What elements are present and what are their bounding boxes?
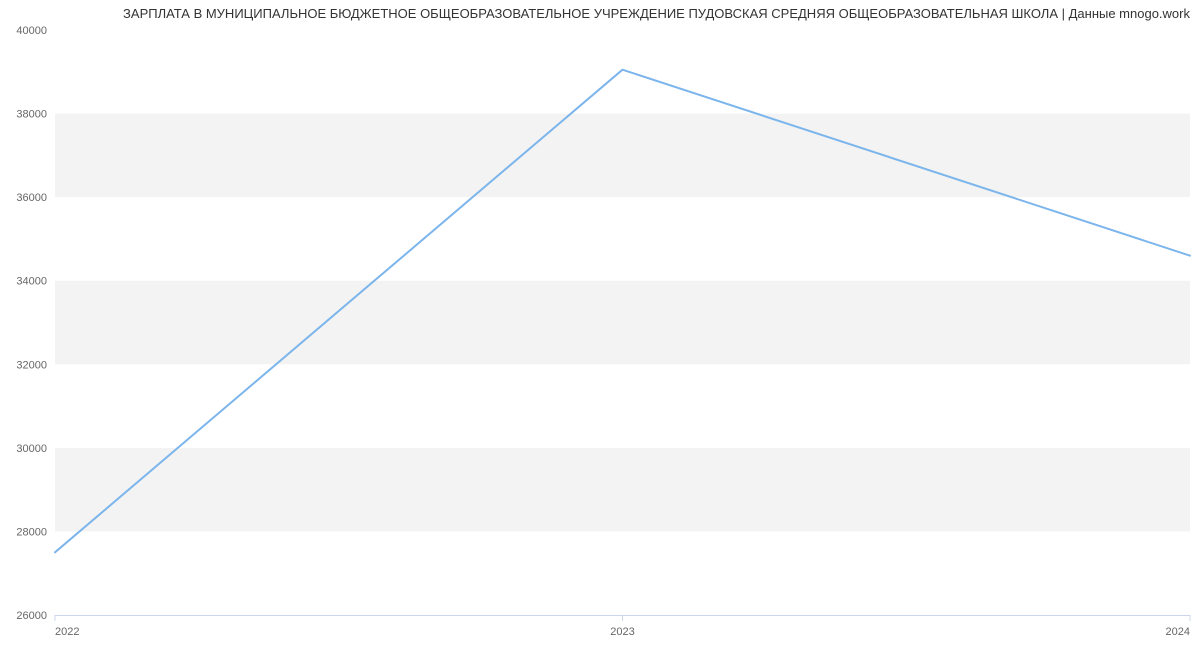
y-tick-label: 38000	[16, 109, 47, 121]
x-axis-ticks: 2022 2023 2024	[55, 615, 1190, 638]
x-tick-label: 2023	[610, 626, 634, 638]
y-tick-label: 40000	[16, 25, 47, 37]
y-tick-label: 26000	[16, 610, 47, 622]
y-tick-label: 30000	[16, 443, 47, 455]
salary-chart: ЗАРПЛАТА В МУНИЦИПАЛЬНОЕ БЮДЖЕТНОЕ ОБЩЕО…	[0, 0, 1200, 650]
plot-bands	[55, 114, 1190, 532]
x-tick-label: 2024	[1166, 626, 1190, 638]
y-tick-label: 36000	[16, 192, 47, 204]
chart-svg: 26000 28000 30000 32000 34000 36000 38000 40000…	[0, 0, 1200, 650]
y-axis-ticks: 26000 28000 30000 32000 34000 36000 38000 40000	[16, 25, 47, 622]
x-tick-label: 2022	[55, 626, 79, 638]
chart-title: ЗАРПЛАТА В МУНИЦИПАЛЬНОЕ БЮДЖЕТНОЕ ОБЩЕО…	[123, 6, 1190, 21]
y-tick-label: 32000	[16, 359, 47, 371]
y-tick-label: 34000	[16, 276, 47, 288]
y-tick-label: 28000	[16, 526, 47, 538]
